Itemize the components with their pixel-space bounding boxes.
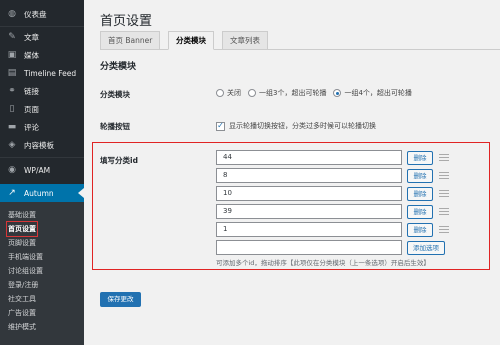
category-id-row: 8 删除 [216, 168, 449, 183]
wrench-icon: ↗ [8, 188, 16, 198]
submenu-item-maintenance[interactable]: 维护模式 [8, 320, 36, 334]
carousel-buttons-checkbox-label[interactable]: 显示轮播切换按钮，分类过多时候可以轮播切换 [229, 121, 376, 131]
menu-item-dashboard[interactable]: ◍ 仪表盘 [0, 5, 84, 23]
dashboard-icon: ◍ [8, 9, 16, 19]
category-id-row: 39 删除 [216, 204, 449, 219]
submenu-item-login[interactable]: 登录/注册 [8, 278, 38, 292]
menu-item-label: 页面 [24, 104, 39, 114]
category-id-row: 10 删除 [216, 186, 449, 201]
category-id-input[interactable]: 10 [216, 186, 402, 201]
menu-item-posts[interactable]: ✎ 文章 [0, 28, 84, 46]
radio-group-of-4[interactable] [333, 89, 342, 97]
category-ids-hint: 可添加多个id，拖动排序【此项仅在分类模块（上一条选项）开启后生效】 [216, 259, 430, 267]
delete-button[interactable]: 删除 [407, 204, 433, 219]
menu-item-label: 媒体 [24, 50, 39, 60]
wpam-icon: ◉ [8, 165, 16, 175]
radio-off-label[interactable]: 关闭 [227, 88, 241, 98]
menu-item-label: 仪表盘 [24, 9, 47, 19]
page-icon: ▯ [9, 104, 15, 114]
menu-item-label: 文章 [24, 32, 39, 42]
main-content: 首页设置 首页 Banner 分类模块 文章列表 分类模块 分类模块 关闭 一组… [84, 0, 500, 345]
category-id-row-new: 添加选项 [216, 240, 445, 255]
menu-item-timeline-feed[interactable]: ▤ Timeline Feed [0, 64, 84, 82]
tab-category-module[interactable]: 分类模块 [168, 31, 214, 50]
admin-sidebar: ◍ 仪表盘 ✎ 文章 ▣ 媒体 ▤ Timeline Feed ⚭ 链接 ▯ 页… [0, 0, 84, 345]
menu-item-links[interactable]: ⚭ 链接 [0, 82, 84, 100]
settings-tabs: 首页 Banner 分类模块 文章列表 [100, 31, 500, 50]
delete-button[interactable]: 删除 [407, 222, 433, 237]
media-icon: ▣ [7, 50, 17, 60]
template-icon: ◈ [8, 140, 16, 150]
category-id-input[interactable]: 44 [216, 150, 402, 165]
autumn-submenu: 基础设置 首页设置 页脚设置 手机端设置 讨论组设置 登录/注册 社交工具 广告… [0, 202, 84, 345]
drag-handle-icon[interactable] [439, 154, 449, 161]
submenu-item-basic[interactable]: 基础设置 [8, 208, 36, 222]
drag-handle-icon[interactable] [439, 208, 449, 215]
save-button[interactable]: 保存更改 [100, 292, 141, 307]
radio-off[interactable] [216, 89, 224, 97]
drag-handle-icon[interactable] [439, 172, 449, 179]
section-title: 分类模块 [100, 62, 137, 72]
carousel-buttons-label: 轮播按钮 [100, 122, 130, 131]
feed-icon: ▤ [7, 68, 17, 78]
tab-post-list[interactable]: 文章列表 [222, 31, 268, 50]
menu-item-templates[interactable]: ◈ 内容模板 [0, 136, 84, 154]
submenu-item-mobile[interactable]: 手机端设置 [8, 250, 43, 264]
comment-icon: ▬ [7, 122, 17, 132]
drag-handle-icon[interactable] [439, 190, 449, 197]
submenu-item-home[interactable]: 首页设置 [6, 221, 38, 237]
category-id-row: 1 删除 [216, 222, 449, 237]
submenu-item-footer[interactable]: 页脚设置 [8, 236, 36, 250]
menu-item-label: Timeline Feed [24, 68, 77, 78]
link-icon: ⚭ [8, 86, 16, 96]
menu-item-media[interactable]: ▣ 媒体 [0, 46, 84, 64]
menu-item-label: Autumn [24, 188, 54, 198]
pin-icon: ✎ [8, 32, 16, 42]
delete-button[interactable]: 删除 [407, 186, 433, 201]
tab-home-banner[interactable]: 首页 Banner [100, 31, 161, 50]
add-option-button[interactable]: 添加选项 [407, 240, 445, 255]
delete-button[interactable]: 删除 [407, 150, 433, 165]
carousel-buttons-option: ✓ 显示轮播切换按钮，分类过多时候可以轮播切换 [216, 121, 376, 131]
radio-group-of-4-label[interactable]: 一组4个，超出可轮播 [344, 88, 411, 98]
menu-item-pages[interactable]: ▯ 页面 [0, 100, 84, 118]
menu-item-comments[interactable]: ▬ 评论 [0, 118, 84, 136]
delete-button[interactable]: 删除 [407, 168, 433, 183]
radio-group-of-3-label[interactable]: 一组3个，超出可轮播 [259, 88, 326, 98]
category-ids-label: 填写分类id [100, 156, 138, 165]
category-id-input[interactable]: 1 [216, 222, 402, 237]
carousel-buttons-checkbox[interactable]: ✓ [216, 121, 225, 131]
category-id-row: 44 删除 [216, 150, 449, 165]
category-id-input-new[interactable] [216, 240, 402, 255]
submenu-item-social[interactable]: 社交工具 [8, 292, 36, 306]
menu-item-label: 链接 [24, 86, 39, 96]
category-module-radio-group: 关闭 一组3个，超出可轮播 一组4个，超出可轮播 [216, 88, 419, 98]
submenu-item-ads[interactable]: 广告设置 [8, 306, 36, 320]
category-id-input[interactable]: 8 [216, 168, 402, 183]
menu-item-autumn[interactable]: ↗ Autumn [0, 184, 84, 202]
menu-item-label: WP/AM [24, 165, 51, 175]
menu-item-label: 评论 [24, 122, 39, 132]
menu-item-wpam[interactable]: ◉ WP/AM [0, 161, 84, 179]
menu-item-label: 内容模板 [24, 140, 54, 150]
drag-handle-icon[interactable] [439, 226, 449, 233]
submenu-item-discussion[interactable]: 讨论组设置 [8, 264, 43, 278]
category-id-input[interactable]: 39 [216, 204, 402, 219]
category-module-label: 分类模块 [100, 90, 130, 99]
page-title: 首页设置 [100, 14, 153, 29]
radio-group-of-3[interactable] [248, 89, 256, 97]
